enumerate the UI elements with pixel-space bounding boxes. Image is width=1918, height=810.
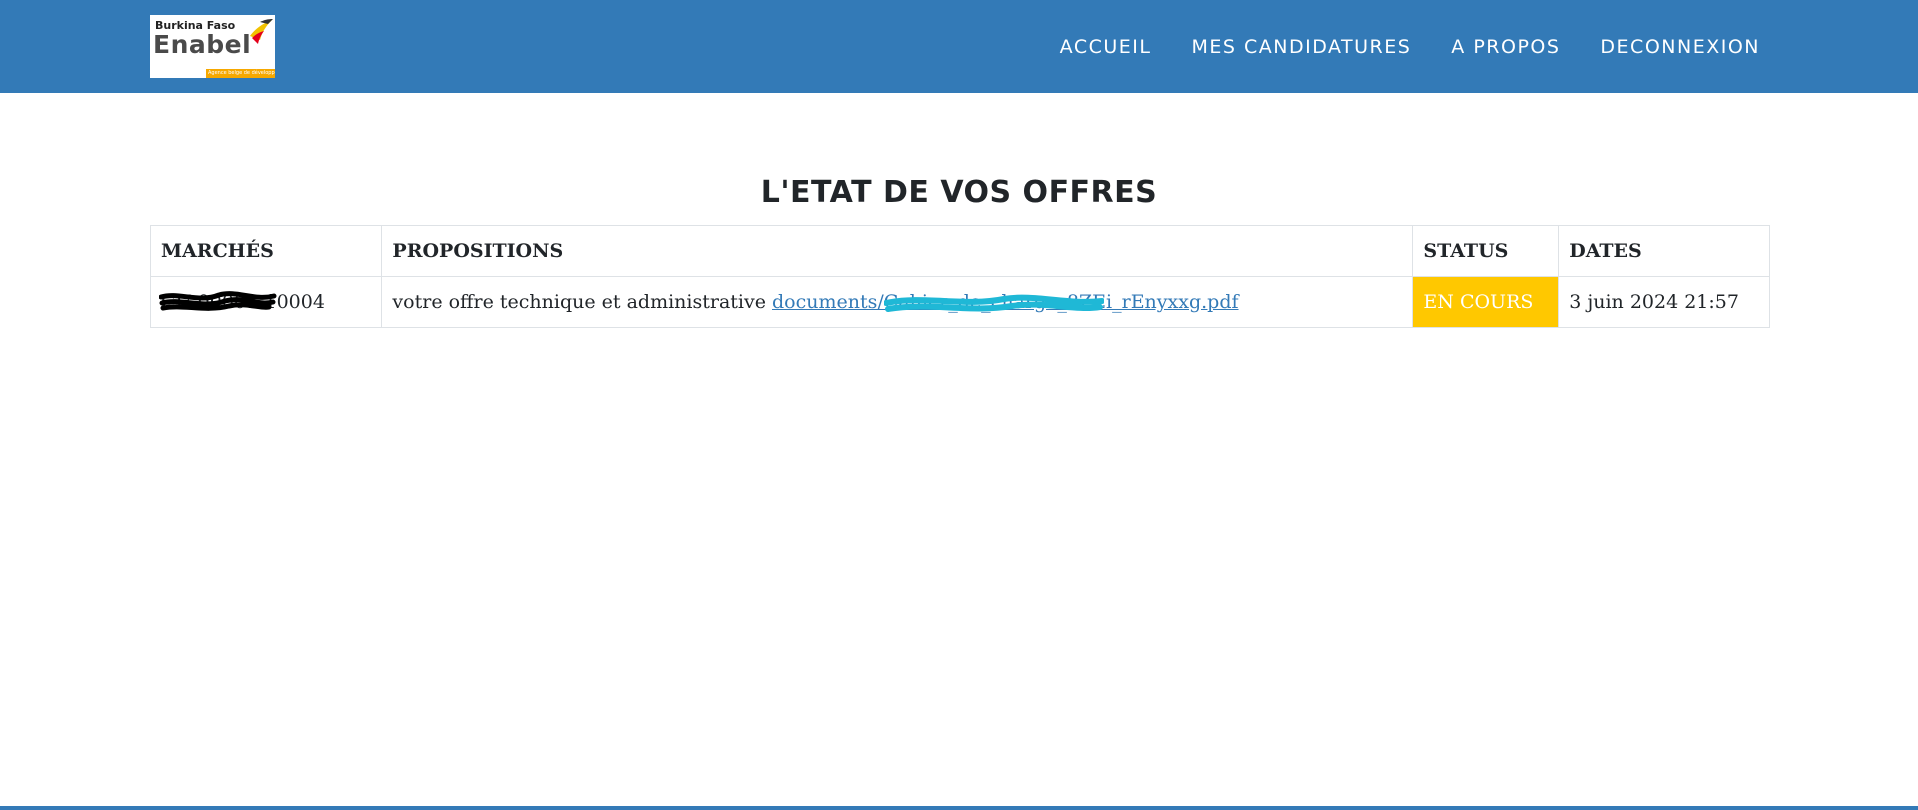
- proposition-text: votre offre technique et administrative: [392, 291, 772, 313]
- cell-date: 3 juin 2024 21:57: [1558, 276, 1770, 328]
- document-link[interactable]: documents/Cahier_de_charge_8ZEi_rEnyxxg.…: [772, 291, 1239, 313]
- document-link-wrap: documents/Cahier_de_charge_8ZEi_rEnyxxg.…: [772, 291, 1239, 313]
- nav-deconnexion[interactable]: DECONNEXION: [1600, 36, 1760, 58]
- cell-proposition: votre offre technique et administrative …: [381, 276, 1414, 328]
- status-badge: EN COURS: [1412, 276, 1560, 328]
- nav-accueil[interactable]: ACCUEIL: [1060, 36, 1152, 58]
- cell-marche: CU-00001-10004: [149, 276, 383, 328]
- table-header-row: MARCHÉS PROPOSITIONS STATUS DATES: [149, 225, 1770, 277]
- enabel-logo[interactable]: Burkina Faso Enabel Agence belge de déve…: [150, 15, 275, 78]
- footer-border: [0, 806, 1918, 810]
- bird-icon: [250, 19, 273, 44]
- nav-a-propos[interactable]: A PROPOS: [1451, 36, 1560, 58]
- logo-tagline: Agence belge de développement: [206, 69, 275, 78]
- marche-value-wrap: CU-00001-10004: [159, 291, 325, 313]
- nav-mes-candidatures[interactable]: MES CANDIDATURES: [1191, 36, 1411, 58]
- main-nav: ACCUEIL MES CANDIDATURES A PROPOS DECONN…: [1020, 0, 1760, 93]
- header-dates: DATES: [1558, 225, 1770, 277]
- logo-wordmark: Enabel: [153, 30, 252, 59]
- marche-value: CU-00001-10004: [161, 291, 325, 313]
- table-row: CU-00001-10004 votre offre technique et …: [149, 276, 1770, 328]
- offers-table: MARCHÉS PROPOSITIONS STATUS DATES CU-000…: [149, 225, 1770, 328]
- page-title: L'ETAT DE VOS OFFRES: [760, 175, 1158, 210]
- header-marches: MARCHÉS: [149, 225, 383, 277]
- header-status: STATUS: [1412, 225, 1560, 277]
- header-propositions: PROPOSITIONS: [381, 225, 1414, 277]
- navbar: Burkina Faso Enabel Agence belge de déve…: [0, 0, 1918, 93]
